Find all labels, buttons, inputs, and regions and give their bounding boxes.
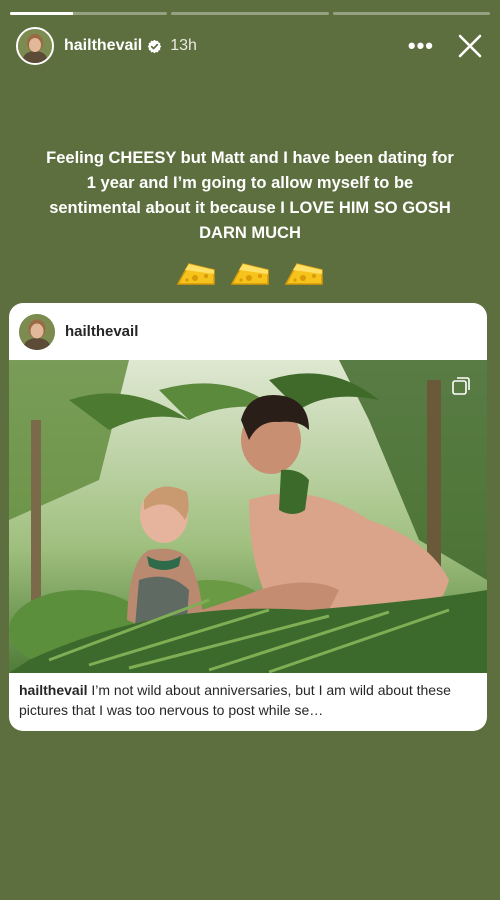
cheese-icon — [230, 263, 269, 285]
progress-segment — [171, 12, 329, 15]
story-header: hailthevail 13h ••• — [16, 26, 484, 66]
couple-photo-image — [9, 360, 487, 673]
more-options-icon[interactable]: ••• — [408, 35, 434, 57]
cheese-icon — [285, 263, 324, 285]
shared-post-card[interactable]: hailthevail hailthevail I’m not wild abo… — [9, 303, 487, 731]
story-progress — [10, 12, 490, 15]
story-timestamp: 13h — [170, 37, 197, 54]
post-avatar[interactable] — [19, 313, 55, 350]
multiple-photos-icon — [452, 377, 470, 395]
story-view: hailthevail 13h ••• Feeling CHEESY but M… — [0, 0, 500, 900]
progress-segment — [10, 12, 168, 15]
avatar-image — [19, 313, 55, 350]
avatar[interactable] — [16, 27, 54, 65]
story-username[interactable]: hailthevail — [64, 37, 142, 55]
progress-fill — [10, 12, 73, 15]
post-header: hailthevail — [9, 303, 487, 360]
close-icon[interactable] — [456, 32, 484, 60]
post-caption-username[interactable]: hailthevail — [19, 682, 87, 698]
post-username[interactable]: hailthevail — [65, 323, 138, 340]
story-caption: Feeling CHEESY but Matt and I have been … — [46, 149, 454, 242]
progress-segment — [332, 12, 490, 15]
avatar-image — [18, 29, 52, 63]
post-photo[interactable] — [9, 360, 487, 673]
cheese-icon — [176, 263, 215, 285]
verified-badge-icon — [148, 39, 162, 53]
sticker-row — [0, 258, 500, 293]
post-caption: hailthevail I’m not wild about anniversa… — [19, 680, 477, 720]
